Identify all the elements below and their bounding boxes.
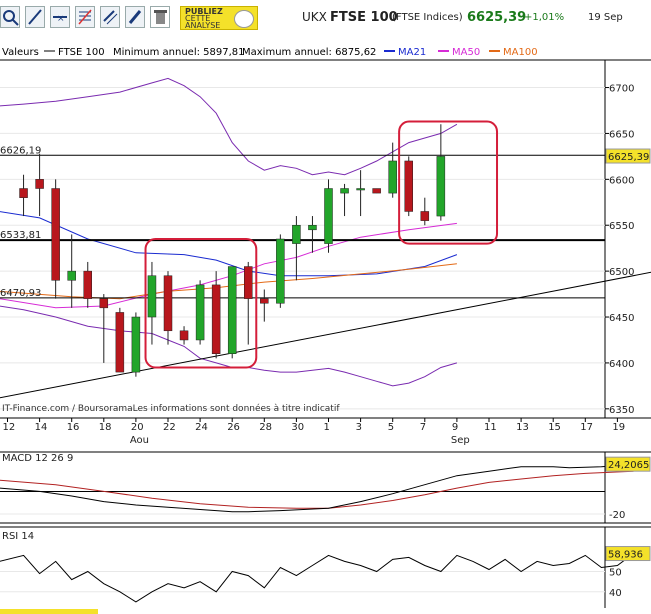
candle-body-0 bbox=[19, 188, 28, 198]
macd-value: 24,2065 bbox=[608, 460, 649, 471]
y-tick-label-6350: 6350 bbox=[609, 405, 634, 416]
x-tick-label-20: 1 bbox=[324, 422, 330, 433]
x-tick-label-26: 7 bbox=[420, 422, 426, 433]
x-tick-label-18: 30 bbox=[291, 422, 304, 433]
rsi-value: 58,936 bbox=[608, 550, 643, 561]
candle-body-18 bbox=[308, 224, 317, 231]
x-tick-label-30: 11 bbox=[484, 422, 497, 433]
legend: Valeurs FTSE 100 Minimum annuel: 5897,81… bbox=[2, 47, 538, 58]
candle-body-11 bbox=[195, 284, 205, 341]
left-label-2: 6470,93 bbox=[0, 288, 41, 299]
y-tick-label-6500: 6500 bbox=[609, 267, 634, 278]
macd-label: MACD 12 26 9 bbox=[2, 453, 73, 464]
candle-body-5 bbox=[99, 298, 109, 309]
candle-body-6 bbox=[115, 312, 125, 373]
x-tick-label-38: 19 bbox=[612, 422, 625, 433]
scrollbar[interactable] bbox=[0, 609, 651, 614]
chart-area: Valeurs FTSE 100 Minimum annuel: 5897,81… bbox=[0, 42, 651, 609]
month-label-Sep: Sep bbox=[451, 435, 470, 446]
x-tick-label-2: 14 bbox=[35, 422, 48, 433]
candle-body-2 bbox=[51, 188, 60, 281]
candle-body-19 bbox=[324, 188, 333, 244]
watermark: IT-Finance.com / BoursoramaLes informati… bbox=[2, 403, 340, 414]
legend-min: Minimum annuel: 5897,81 bbox=[113, 47, 245, 58]
x-tick-label-28: 9 bbox=[452, 422, 458, 433]
candle-body-15 bbox=[260, 298, 269, 304]
x-tick-label-10: 22 bbox=[163, 422, 176, 433]
rsi-label: RSI 14 bbox=[2, 531, 34, 542]
legend-ma100: MA100 bbox=[503, 47, 538, 58]
candle-body-7 bbox=[131, 316, 141, 373]
candle-body-4 bbox=[83, 270, 92, 299]
candle-body-20 bbox=[340, 188, 349, 194]
candle-body-17 bbox=[292, 224, 301, 244]
macd-tick--20: -20 bbox=[609, 510, 625, 521]
candle-body-14 bbox=[244, 266, 253, 299]
scrollbar-thumb[interactable] bbox=[0, 609, 98, 614]
x-tick-label-34: 15 bbox=[548, 422, 561, 433]
x-tick-label-8: 20 bbox=[131, 422, 144, 433]
x-tick-label-4: 16 bbox=[67, 422, 80, 433]
x-tick-label-22: 3 bbox=[356, 422, 362, 433]
candle-body-16 bbox=[276, 238, 285, 304]
y-tick-label-6650: 6650 bbox=[609, 129, 634, 140]
legend-symbol: FTSE 100 bbox=[58, 47, 105, 58]
left-label-1: 6533,81 bbox=[0, 230, 41, 241]
y-tick-label-6450: 6450 bbox=[609, 313, 634, 324]
x-tick-label-36: 17 bbox=[580, 422, 593, 433]
candle-body-25 bbox=[420, 211, 430, 221]
legend-max: Maximum annuel: 6875,62 bbox=[242, 47, 376, 58]
y-tick-label-6550: 6550 bbox=[609, 221, 634, 232]
candle-body-12 bbox=[211, 284, 221, 354]
candle-body-9 bbox=[163, 275, 173, 332]
candle-body-23 bbox=[388, 160, 397, 194]
candle-body-3 bbox=[67, 270, 76, 281]
legend-ma21: MA21 bbox=[398, 47, 426, 58]
candle-body-21 bbox=[356, 188, 365, 191]
x-tick-label-6: 18 bbox=[99, 422, 112, 433]
legend-ma50: MA50 bbox=[452, 47, 480, 58]
x-tick-label-32: 13 bbox=[516, 422, 529, 433]
candle-body-24 bbox=[404, 160, 413, 212]
candle-body-8 bbox=[147, 275, 157, 318]
price-label: 6625,39 bbox=[608, 152, 649, 163]
y-tick-label-6700: 6700 bbox=[609, 84, 634, 95]
y-tick-label-6400: 6400 bbox=[609, 359, 634, 370]
candle-body-26 bbox=[436, 156, 446, 217]
rsi-tick-50: 50 bbox=[609, 568, 622, 579]
month-label-Aou: Aou bbox=[130, 435, 149, 446]
rsi-tick-40: 40 bbox=[609, 588, 622, 599]
candle-body-22 bbox=[372, 188, 381, 194]
x-tick-label-12: 24 bbox=[195, 422, 208, 433]
x-tick-label-16: 28 bbox=[259, 422, 272, 433]
x-tick-label-24: 5 bbox=[388, 422, 394, 433]
candle-body-13 bbox=[227, 266, 237, 354]
legend-valeurs: Valeurs bbox=[2, 47, 39, 58]
y-tick-label-6600: 6600 bbox=[609, 175, 634, 186]
candle-body-10 bbox=[179, 330, 189, 341]
x-tick-label-0: 12 bbox=[3, 422, 16, 433]
left-label-0: 6626,19 bbox=[0, 145, 41, 156]
x-tick-label-14: 26 bbox=[227, 422, 240, 433]
candle-body-1 bbox=[35, 179, 44, 189]
